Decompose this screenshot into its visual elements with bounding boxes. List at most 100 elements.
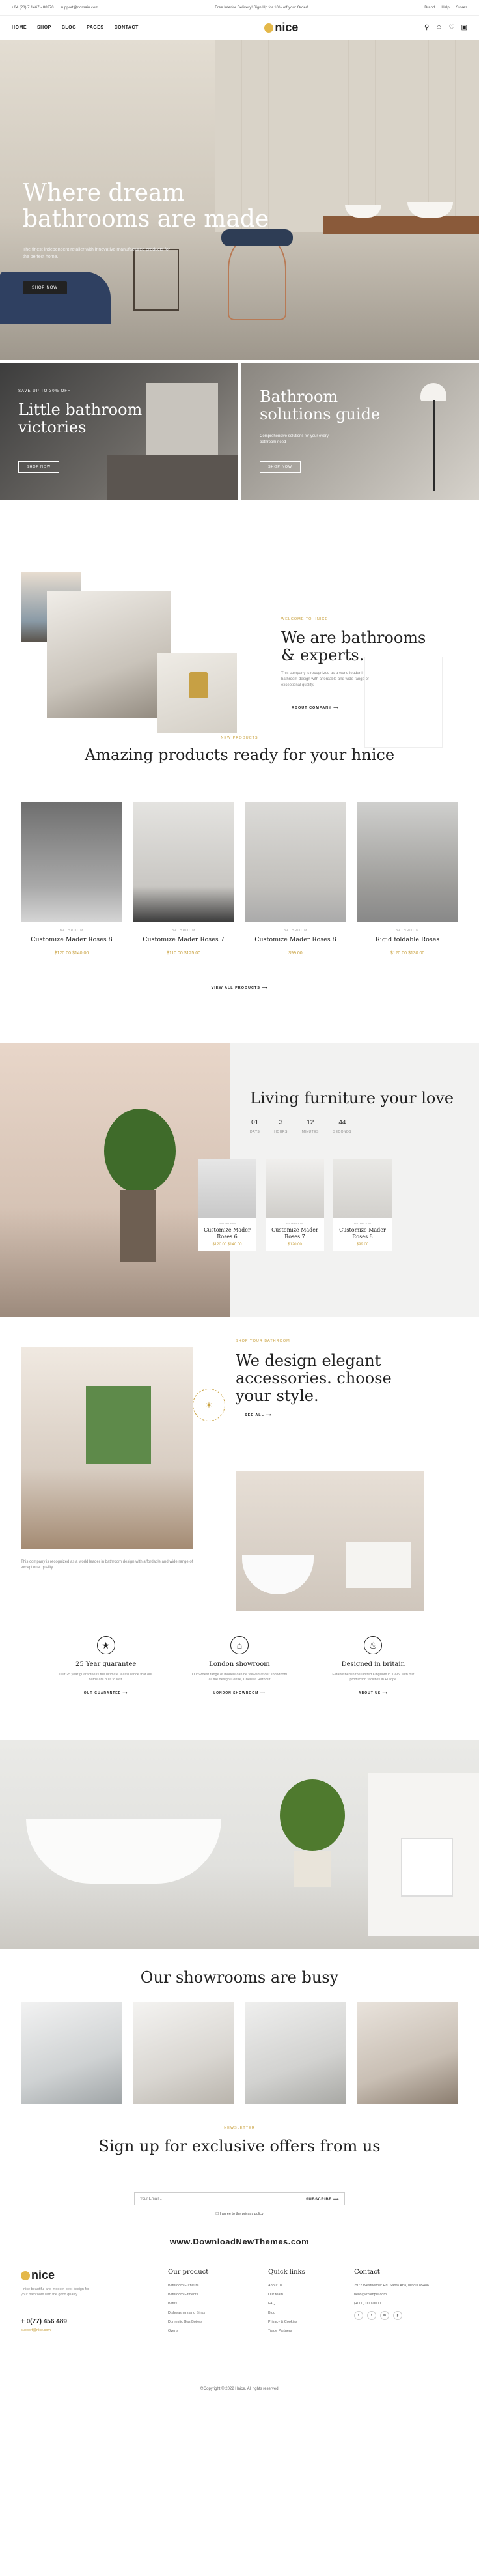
facebook-icon[interactable]: f: [354, 2311, 363, 2320]
footer-logo[interactable]: nice: [21, 2269, 55, 2282]
email-text[interactable]: support@domain.com: [61, 6, 99, 10]
nav-home[interactable]: HOME: [12, 25, 27, 30]
footer-link[interactable]: FAQ: [268, 2302, 305, 2306]
countdown-minutes: 12: [307, 1119, 314, 1126]
footer-link[interactable]: About us: [268, 2284, 305, 2287]
view-all-label: VIEW ALL PRODUCTS: [211, 986, 260, 990]
footer-link[interactable]: Privacy & Cookies: [268, 2320, 305, 2324]
product-name[interactable]: Customize Mader Roses 8: [21, 936, 122, 943]
countdown-label: HOURS: [274, 1130, 288, 1134]
feature-link[interactable]: ABOUT US ⟶: [324, 1691, 422, 1695]
showroom-image[interactable]: [245, 2002, 346, 2104]
product-card[interactable]: BATHROOM Customize Mader Roses 7 $110.00…: [133, 802, 234, 955]
wishlist-icon[interactable]: ♡: [449, 24, 455, 31]
footer-phone[interactable]: + 0(77) 456 489: [21, 2318, 67, 2325]
feature-link-label: OUR GUARANTEE: [83, 1691, 121, 1695]
search-icon[interactable]: ⚲: [424, 24, 429, 31]
product-card[interactable]: BATHROOM Customize Mader Roses 8 $99.00: [245, 802, 346, 955]
promo-sub: SAVE UP TO 30% OFF: [18, 389, 71, 393]
product-card[interactable]: BATHROOM Customize Mader Roses 6 $120.00…: [198, 1159, 256, 1251]
see-all-link[interactable]: SEE ALL ⟶: [245, 1413, 271, 1417]
product-name[interactable]: Customize Mader Roses 8: [333, 1227, 392, 1240]
about-sketch: [364, 657, 443, 748]
about-image-2: [47, 591, 171, 718]
promo-vanity: [107, 455, 238, 500]
lamp-shade: [420, 383, 446, 401]
product-name[interactable]: Customize Mader Roses 6: [198, 1227, 256, 1240]
product-card[interactable]: BATHROOM Customize Mader Roses 7 $120.00: [266, 1159, 324, 1251]
view-all-products-link[interactable]: VIEW ALL PRODUCTS ⟶: [0, 986, 479, 990]
pinterest-icon[interactable]: p: [393, 2311, 402, 2320]
topbar-link-help[interactable]: Help: [441, 6, 449, 10]
promo-title: Little bathroom victories: [18, 401, 143, 436]
phone-text[interactable]: +84 (28) 7 1467 - 88970: [12, 6, 54, 10]
about-section: WELCOME TO HNICE We are bathrooms & expe…: [0, 500, 479, 748]
footer-link[interactable]: Bathroom Fitments: [168, 2293, 208, 2297]
product-price: $120.00 $130.00: [390, 951, 425, 955]
footer-link[interactable]: Baths: [168, 2302, 208, 2306]
product-category: BATHROOM: [286, 1222, 303, 1225]
footer-link[interactable]: Blog: [268, 2311, 305, 2315]
cart-icon[interactable]: ▣: [461, 24, 467, 31]
instagram-icon[interactable]: in: [380, 2311, 389, 2320]
nav-blog[interactable]: BLOG: [62, 25, 76, 30]
footer-contact-email[interactable]: hello@example.com: [354, 2293, 432, 2297]
product-card[interactable]: BATHROOM Rigid foldable Roses $120.00 $1…: [357, 802, 458, 955]
footer-contact-phone[interactable]: (+000) 000-0000: [354, 2302, 432, 2306]
showroom-gallery: [21, 2002, 458, 2104]
site-header: HOME SHOP BLOG PAGES CONTACT nice ⚲ ☺ ♡ …: [0, 16, 479, 40]
product-image: [245, 802, 346, 922]
showroom-image[interactable]: [133, 2002, 234, 2104]
promo-shop-button[interactable]: SHOP NOW: [260, 461, 301, 473]
feature-link[interactable]: LONDON SHOWROOM ⟶: [191, 1691, 288, 1695]
logo[interactable]: nice: [264, 21, 298, 35]
product-image: [333, 1159, 392, 1218]
nav-contact[interactable]: CONTACT: [115, 25, 139, 30]
showroom-image[interactable]: [21, 2002, 122, 2104]
product-price: $120.00 $140.00: [54, 951, 89, 955]
footer-link[interactable]: Ovens: [168, 2329, 208, 2333]
product-card[interactable]: BATHROOM Customize Mader Roses 8 $99.00: [333, 1159, 392, 1251]
bathroom-banner-image: [0, 1740, 479, 1949]
topbar-link-stores[interactable]: Stores: [456, 6, 467, 10]
privacy-agree[interactable]: ☐ I agree to the privacy policy: [0, 2212, 479, 2216]
product-image: [198, 1159, 256, 1218]
promo-card-guide[interactable]: Bathroom solutions guide Comprehensive s…: [241, 363, 479, 500]
user-icon[interactable]: ☺: [435, 24, 442, 31]
showroom-image[interactable]: [357, 2002, 458, 2104]
nav-shop[interactable]: SHOP: [37, 25, 51, 30]
twitter-icon[interactable]: t: [367, 2311, 376, 2320]
feature-desc: Our widest range of models can be viewed…: [191, 1673, 288, 1682]
hero-shop-button[interactable]: SHOP NOW: [23, 281, 67, 294]
footer-link[interactable]: Our team: [268, 2293, 305, 2297]
subscribe-button[interactable]: SUBSCRIBE ⟶: [306, 2197, 339, 2201]
footer-link[interactable]: Dishwashers and Sinks: [168, 2311, 208, 2315]
footer-link[interactable]: Trade Partners: [268, 2329, 305, 2333]
product-name[interactable]: Customize Mader Roses 7: [266, 1227, 324, 1240]
feature-title: 25 Year guarantee: [75, 1661, 137, 1668]
feature-link[interactable]: OUR GUARANTEE ⟶: [57, 1691, 155, 1695]
about-company-link[interactable]: ABOUT COMPANY ⟶: [292, 706, 339, 710]
promo-section: SAVE UP TO 30% OFF Little bathroom victo…: [0, 360, 479, 500]
product-card[interactable]: BATHROOM Customize Mader Roses 8 $120.00…: [21, 802, 122, 955]
email-input[interactable]: [140, 2197, 257, 2201]
promo-card-victories[interactable]: SAVE UP TO 30% OFF Little bathroom victo…: [0, 363, 238, 500]
footer-link[interactable]: Bathroom Furniture: [168, 2284, 208, 2287]
plant-image: [280, 1779, 345, 1851]
topbar-link-brand[interactable]: Brand: [424, 6, 435, 10]
footer-link[interactable]: Domestic Gas Boilers: [168, 2320, 208, 2324]
product-name[interactable]: Customize Mader Roses 8: [245, 936, 346, 943]
product-name[interactable]: Customize Mader Roses 7: [133, 936, 234, 943]
planter-image: [120, 1190, 156, 1262]
footer-email[interactable]: support@nice.com: [21, 2328, 51, 2332]
countdown-label: MINUTES: [301, 1130, 319, 1134]
washer-image: [401, 1838, 453, 1897]
product-name[interactable]: Rigid foldable Roses: [357, 936, 458, 943]
promo-shop-button[interactable]: SHOP NOW: [18, 461, 59, 473]
copyright: @Copyright © 2022 Hnice. All rights rese…: [199, 2387, 280, 2391]
nav-pages[interactable]: PAGES: [87, 25, 104, 30]
feature-link-label: LONDON SHOWROOM: [213, 1691, 259, 1695]
living-title: Living furniture your love: [250, 1089, 454, 1107]
feature-desc: Our 25 year guarantee is the ultimate re…: [59, 1673, 153, 1682]
products-title: Amazing products ready for your hnice: [84, 746, 395, 764]
